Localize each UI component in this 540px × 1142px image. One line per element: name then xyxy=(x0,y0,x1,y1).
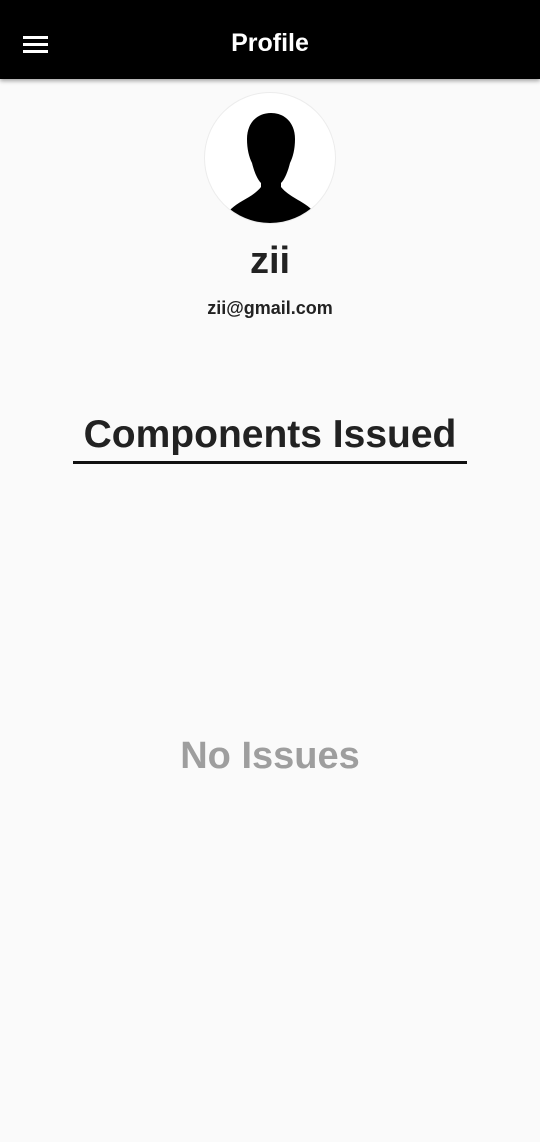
user-email: zii@gmail.com xyxy=(207,298,333,318)
page-title: Profile xyxy=(231,29,309,57)
app-bar: Profile xyxy=(0,0,540,79)
avatar[interactable] xyxy=(204,92,336,224)
components-issued-heading: Components Issued xyxy=(83,413,457,456)
section-divider xyxy=(73,461,467,464)
empty-state-message: No Issues xyxy=(180,735,360,777)
user-name: zii xyxy=(249,240,291,282)
person-silhouette-icon xyxy=(226,113,316,223)
